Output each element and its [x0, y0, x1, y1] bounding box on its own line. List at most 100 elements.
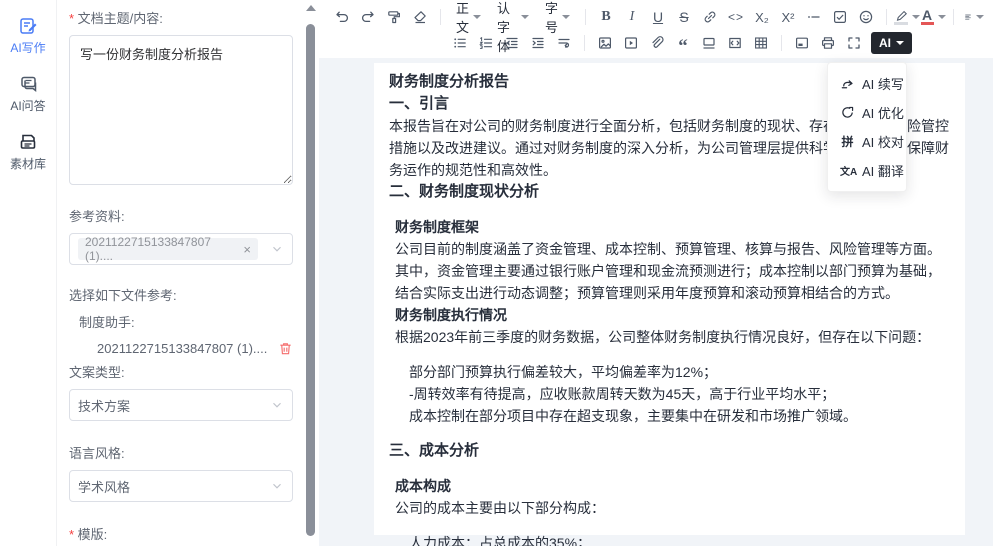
- align-icon[interactable]: [962, 5, 986, 29]
- sidebar-item-ai-writing[interactable]: AI写作: [0, 10, 56, 68]
- font-family-dropdown[interactable]: 默认字体: [491, 5, 535, 29]
- doc-block-blank: [389, 427, 950, 440]
- style-select[interactable]: 学术风格: [69, 470, 293, 502]
- doc-block-h2: 财务制度执行情况: [395, 304, 950, 326]
- caret-down-icon: [521, 15, 529, 19]
- caret-down-icon: [976, 15, 984, 19]
- menu-item-ai-optimize[interactable]: AI 优化: [828, 98, 906, 127]
- inline-code-button[interactable]: <>: [724, 5, 748, 29]
- strikethrough-button[interactable]: S: [672, 5, 696, 29]
- reference-select[interactable]: 2021122715133847807 (1).... ×: [69, 233, 293, 265]
- chevron-down-icon: [270, 479, 284, 493]
- menu-item-ai-continue[interactable]: AI 续写: [828, 69, 906, 98]
- insert-table-icon[interactable]: [749, 31, 773, 55]
- attachment-icon[interactable]: [645, 31, 669, 55]
- sidebar-item-ai-qa[interactable]: AI问答: [0, 68, 56, 126]
- menu-item-ai-translate[interactable]: 文A AI 翻译: [828, 156, 906, 185]
- highlight-pen-icon[interactable]: [895, 5, 919, 29]
- doc-block-h: 三、成本分析: [389, 440, 950, 462]
- blockquote-icon[interactable]: “: [671, 31, 695, 55]
- font-color-icon[interactable]: A: [921, 5, 945, 29]
- trash-icon[interactable]: [278, 341, 293, 356]
- menu-item-label: AI 校对: [862, 132, 904, 151]
- paragraph-style-dropdown[interactable]: 正文: [450, 5, 487, 29]
- fullscreen-icon[interactable]: [842, 31, 866, 55]
- italic-button[interactable]: I: [620, 5, 644, 29]
- undo-icon[interactable]: [330, 5, 354, 29]
- chevron-down-icon: [270, 398, 284, 412]
- caret-down-icon: [896, 41, 904, 45]
- redo-icon[interactable]: [356, 5, 380, 29]
- menu-item-ai-proofread[interactable]: 拼 AI 校对: [828, 127, 906, 156]
- subscript-button[interactable]: X₂: [750, 5, 774, 29]
- underline-button[interactable]: U: [646, 5, 670, 29]
- superscript-button[interactable]: X²: [776, 5, 800, 29]
- ai-button-label: AI: [879, 36, 891, 50]
- file-group-label: 制度助手:: [79, 312, 293, 331]
- divider-icon[interactable]: [697, 31, 721, 55]
- doc-block-p1: 公司的成本主要由以下部分构成：: [395, 497, 950, 519]
- doc-block-blank: [389, 462, 950, 475]
- tag-remove-icon[interactable]: ×: [243, 242, 251, 257]
- insert-image-icon[interactable]: [593, 31, 617, 55]
- page-break-icon[interactable]: [790, 31, 814, 55]
- style-label: 语言风格:: [69, 443, 293, 462]
- topic-label: 文档主题/内容:: [69, 8, 293, 27]
- doc-block-li: 成本控制在部分项目中存在超支现象，主要集中在研发和市场推广领域。: [409, 405, 950, 427]
- scrollbar-thumb[interactable]: [306, 24, 315, 536]
- bullet-list-icon[interactable]: [448, 31, 472, 55]
- reference-label: 参考资料:: [69, 206, 293, 225]
- scroll-up-arrow[interactable]: [306, 5, 316, 11]
- caret-down-icon: [562, 15, 570, 19]
- template-label: 模版:: [69, 524, 293, 543]
- toolbar-divider: [584, 35, 585, 51]
- bold-button[interactable]: B: [594, 5, 618, 29]
- sidebar-item-label: AI问答: [10, 97, 45, 114]
- ordered-list-icon[interactable]: [474, 31, 498, 55]
- toolbar-divider: [585, 9, 586, 25]
- emoji-icon[interactable]: [854, 5, 878, 29]
- editor-toolbar: 正文 默认字体 字号 B I U S <> X₂ X² A: [319, 0, 993, 58]
- indent-icon[interactable]: [526, 31, 550, 55]
- insert-video-icon[interactable]: [619, 31, 643, 55]
- outdent-icon[interactable]: [500, 31, 524, 55]
- topic-textarea[interactable]: 写一份财务制度分析报告: [69, 35, 293, 185]
- writing-form-panel: 文档主题/内容: 写一份财务制度分析报告 参考资料: 2021122715133…: [57, 0, 303, 546]
- checkbox-icon[interactable]: [828, 5, 852, 29]
- doc-block-blank: [389, 519, 950, 532]
- line-break-icon[interactable]: [552, 31, 576, 55]
- print-icon[interactable]: [816, 31, 840, 55]
- continue-writing-icon: [840, 76, 855, 91]
- link-icon[interactable]: [698, 5, 722, 29]
- doc-block-p1: 根据2023年前三季度的财务数据，公司整体财务制度执行情况良好，但存在以下问题：: [395, 326, 950, 348]
- panel-scrollbar: [303, 0, 319, 546]
- caret-down-icon: [938, 15, 946, 19]
- ai-dropdown-menu: AI 续写 AI 优化 拼 AI 校对 文A AI 翻译: [827, 62, 907, 192]
- optimize-icon: [840, 105, 855, 120]
- font-size-dropdown[interactable]: 字号: [539, 5, 576, 29]
- caret-down-icon: [473, 15, 481, 19]
- translate-icon: 文A: [840, 163, 855, 178]
- horizontal-rule-icon[interactable]: [802, 5, 826, 29]
- doc-block-li: -周转效率有待提高，应收账款周转天数为45天，高于行业平均水平；: [409, 383, 950, 405]
- toolbar-divider: [781, 35, 782, 51]
- style-value: 学术风格: [78, 477, 270, 496]
- format-painter-icon[interactable]: [382, 5, 406, 29]
- doc-type-select[interactable]: 技术方案: [69, 389, 293, 421]
- sidebar-item-material-library[interactable]: 素材库: [0, 126, 56, 184]
- selected-file-name: 2021122715133847807 (1)....: [97, 341, 278, 356]
- toolbar-row-2: “ AI: [329, 30, 987, 56]
- doc-block-h2: 财务制度框架: [395, 216, 950, 238]
- font-color-letter: A: [922, 9, 932, 21]
- chat-icon: [18, 74, 38, 94]
- toolbar-row-1: 正文 默认字体 字号 B I U S <> X₂ X² A: [329, 4, 987, 30]
- doc-type-label: 文案类型:: [69, 362, 293, 381]
- eraser-icon[interactable]: [408, 5, 432, 29]
- sidebar-item-label: AI写作: [10, 39, 45, 56]
- code-block-icon[interactable]: [723, 31, 747, 55]
- menu-item-label: AI 续写: [862, 74, 904, 93]
- doc-block-blank: [389, 203, 950, 216]
- chevron-down-icon: [270, 242, 284, 256]
- selected-file-row: 2021122715133847807 (1)....: [97, 341, 293, 356]
- ai-menu-button[interactable]: AI: [871, 32, 912, 54]
